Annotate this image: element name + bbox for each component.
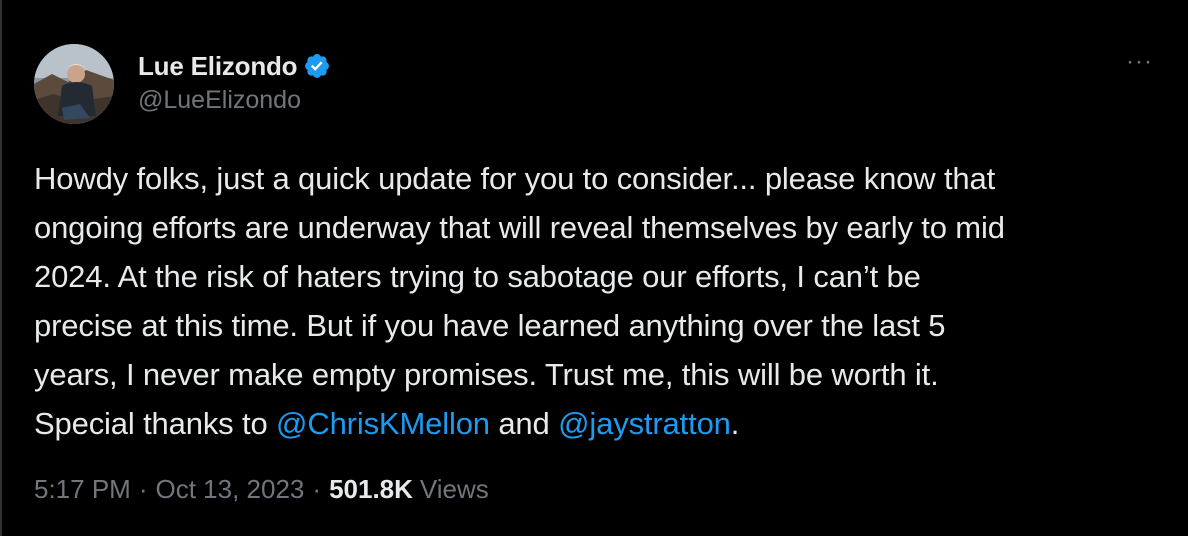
tweet-line-last: Special thanks to @ChrisKMellon and @jay… (34, 399, 1164, 448)
tweet-meta: 5:17 PM · Oct 13, 2023 · 501.8K Views (34, 474, 489, 505)
avatar-photo (34, 44, 114, 124)
author-display-name[interactable]: Lue Elizondo (138, 51, 298, 82)
author-handle[interactable]: @LueElizondo (138, 86, 301, 115)
verified-badge-icon[interactable] (303, 52, 331, 80)
period-text: . (730, 406, 740, 441)
tweet-time[interactable]: 5:17 PM (34, 474, 131, 505)
meta-separator: · (138, 474, 148, 504)
views-count[interactable]: 501.8K (329, 474, 413, 505)
thanks-text: Special thanks to (34, 406, 277, 441)
tweet-text: Howdy folks, just a quick update for you… (34, 154, 1164, 448)
tweet-line: 2024. At the risk of haters trying to sa… (34, 259, 921, 294)
more-options-icon[interactable]: ··· (1126, 50, 1153, 74)
tweet-line: years, I never make empty promises. Trus… (34, 357, 939, 392)
tweet-line: Howdy folks, just a quick update for you… (34, 161, 996, 196)
author-name-row[interactable]: Lue Elizondo (138, 48, 331, 84)
views-label[interactable]: Views (420, 474, 489, 505)
tweet-date[interactable]: Oct 13, 2023 (156, 474, 305, 505)
tweet-card: Lue Elizondo @LueElizondo ··· Howdy folk… (0, 0, 1188, 536)
meta-separator: · (312, 474, 322, 504)
mention-jaystratton[interactable]: @jaystratton (558, 406, 731, 441)
tweet-line: precise at this time. But if you have le… (34, 308, 946, 343)
avatar[interactable] (34, 44, 114, 124)
mention-chriskmellon[interactable]: @ChrisKMellon (276, 406, 490, 441)
tweet-line: ongoing efforts are underway that will r… (34, 210, 1005, 245)
left-border (0, 0, 2, 536)
and-text: and (489, 406, 559, 441)
